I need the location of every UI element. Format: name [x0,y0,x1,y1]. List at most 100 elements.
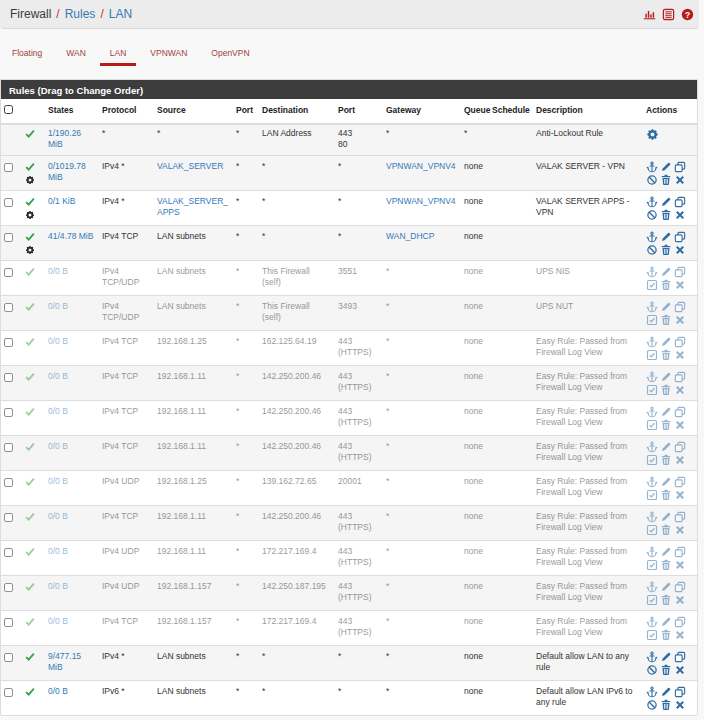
times-icon[interactable] [674,244,686,256]
trash-icon[interactable] [660,174,672,186]
anchor-icon[interactable] [646,161,658,173]
times-icon[interactable] [674,349,686,361]
clone-icon[interactable] [674,546,686,558]
ban-icon[interactable] [646,174,658,186]
states-link[interactable]: 0/0 B [48,266,68,276]
status-chart-icon[interactable] [643,8,656,21]
clone-icon[interactable] [674,161,686,173]
anchor-icon[interactable] [646,511,658,523]
row-checkbox[interactable] [4,653,13,662]
clone-icon[interactable] [674,371,686,383]
times-icon[interactable] [674,664,686,676]
states-link[interactable]: 0/0 B [48,336,68,346]
pencil-icon[interactable] [660,476,672,488]
times-icon[interactable] [674,384,686,396]
states-link[interactable]: 0/0 B [48,581,68,591]
anchor-icon[interactable] [646,616,658,628]
ban-icon[interactable] [646,244,658,256]
pencil-icon[interactable] [660,336,672,348]
states-link[interactable]: 9/477.15 MiB [48,651,81,672]
tab-link-lan[interactable]: LAN [100,43,137,66]
clone-icon[interactable] [674,266,686,278]
anchor-icon[interactable] [646,266,658,278]
trash-icon[interactable] [660,594,672,606]
clone-icon[interactable] [674,406,686,418]
source-alias-link[interactable]: VALAK_SERVER [157,161,223,171]
states-link[interactable]: 0/0 B [48,476,68,486]
anchor-icon[interactable] [646,406,658,418]
help-icon[interactable] [681,8,694,21]
states-link[interactable]: 0/0 B [48,371,68,381]
row-checkbox[interactable] [4,233,13,242]
anchor-icon[interactable] [646,546,658,558]
pencil-icon[interactable] [660,371,672,383]
ban-icon[interactable] [646,209,658,221]
pencil-icon[interactable] [660,581,672,593]
states-link[interactable]: 0/0 B [48,511,68,521]
row-checkbox[interactable] [4,513,13,522]
pencil-icon[interactable] [660,441,672,453]
trash-icon[interactable] [660,559,672,571]
breadcrumb-item-lan[interactable]: LAN [109,7,132,21]
gateway-link[interactable]: VPNWAN_VPNV4 [386,161,456,171]
trash-icon[interactable] [660,664,672,676]
clone-icon[interactable] [674,581,686,593]
states-link[interactable]: 0/0 B [48,616,68,626]
states-link[interactable]: 1/190.26 MiB [48,128,81,149]
row-checkbox[interactable] [4,618,13,627]
clone-icon[interactable] [674,441,686,453]
times-icon[interactable] [674,454,686,466]
row-checkbox[interactable] [4,583,13,592]
trash-icon[interactable] [660,349,672,361]
check-square-icon[interactable] [646,629,658,641]
times-icon[interactable] [674,279,686,291]
check-square-icon[interactable] [646,349,658,361]
trash-icon[interactable] [660,629,672,641]
times-icon[interactable] [674,174,686,186]
row-checkbox[interactable] [4,163,13,172]
clone-icon[interactable] [674,616,686,628]
pencil-icon[interactable] [660,301,672,313]
trash-icon[interactable] [660,384,672,396]
times-icon[interactable] [674,559,686,571]
pencil-icon[interactable] [660,686,672,698]
check-square-icon[interactable] [646,279,658,291]
states-link[interactable]: 41/4.78 MiB [48,231,93,241]
pencil-icon[interactable] [660,406,672,418]
anchor-icon[interactable] [646,686,658,698]
anchor-icon[interactable] [646,196,658,208]
pencil-icon[interactable] [660,266,672,278]
ban-icon[interactable] [646,664,658,676]
gateway-link[interactable]: VPNWAN_VPNV4 [386,196,456,206]
row-checkbox[interactable] [4,303,13,312]
trash-icon[interactable] [660,244,672,256]
row-checkbox[interactable] [4,373,13,382]
trash-icon[interactable] [660,314,672,326]
times-icon[interactable] [674,489,686,501]
row-checkbox[interactable] [4,408,13,417]
row-checkbox[interactable] [4,198,13,207]
gear-icon[interactable] [646,128,659,141]
times-icon[interactable] [674,629,686,641]
times-icon[interactable] [674,419,686,431]
row-checkbox[interactable] [4,443,13,452]
log-icon[interactable] [662,8,675,21]
breadcrumb-item-rules[interactable]: Rules [65,7,96,21]
pencil-icon[interactable] [660,616,672,628]
states-link[interactable]: 0/1 KiB [48,196,75,206]
tab-link-vpnwan[interactable]: VPNWAN [140,43,197,66]
clone-icon[interactable] [674,231,686,243]
states-link[interactable]: 0/0 B [48,686,68,696]
anchor-icon[interactable] [646,441,658,453]
clone-icon[interactable] [674,196,686,208]
clone-icon[interactable] [674,336,686,348]
anchor-icon[interactable] [646,651,658,663]
pencil-icon[interactable] [660,511,672,523]
states-link[interactable]: 0/0 B [48,441,68,451]
check-square-icon[interactable] [646,314,658,326]
check-square-icon[interactable] [646,489,658,501]
source-alias-link[interactable]: VALAK_SERVER_APPS [157,196,228,217]
times-icon[interactable] [674,699,686,711]
anchor-icon[interactable] [646,231,658,243]
pencil-icon[interactable] [660,196,672,208]
